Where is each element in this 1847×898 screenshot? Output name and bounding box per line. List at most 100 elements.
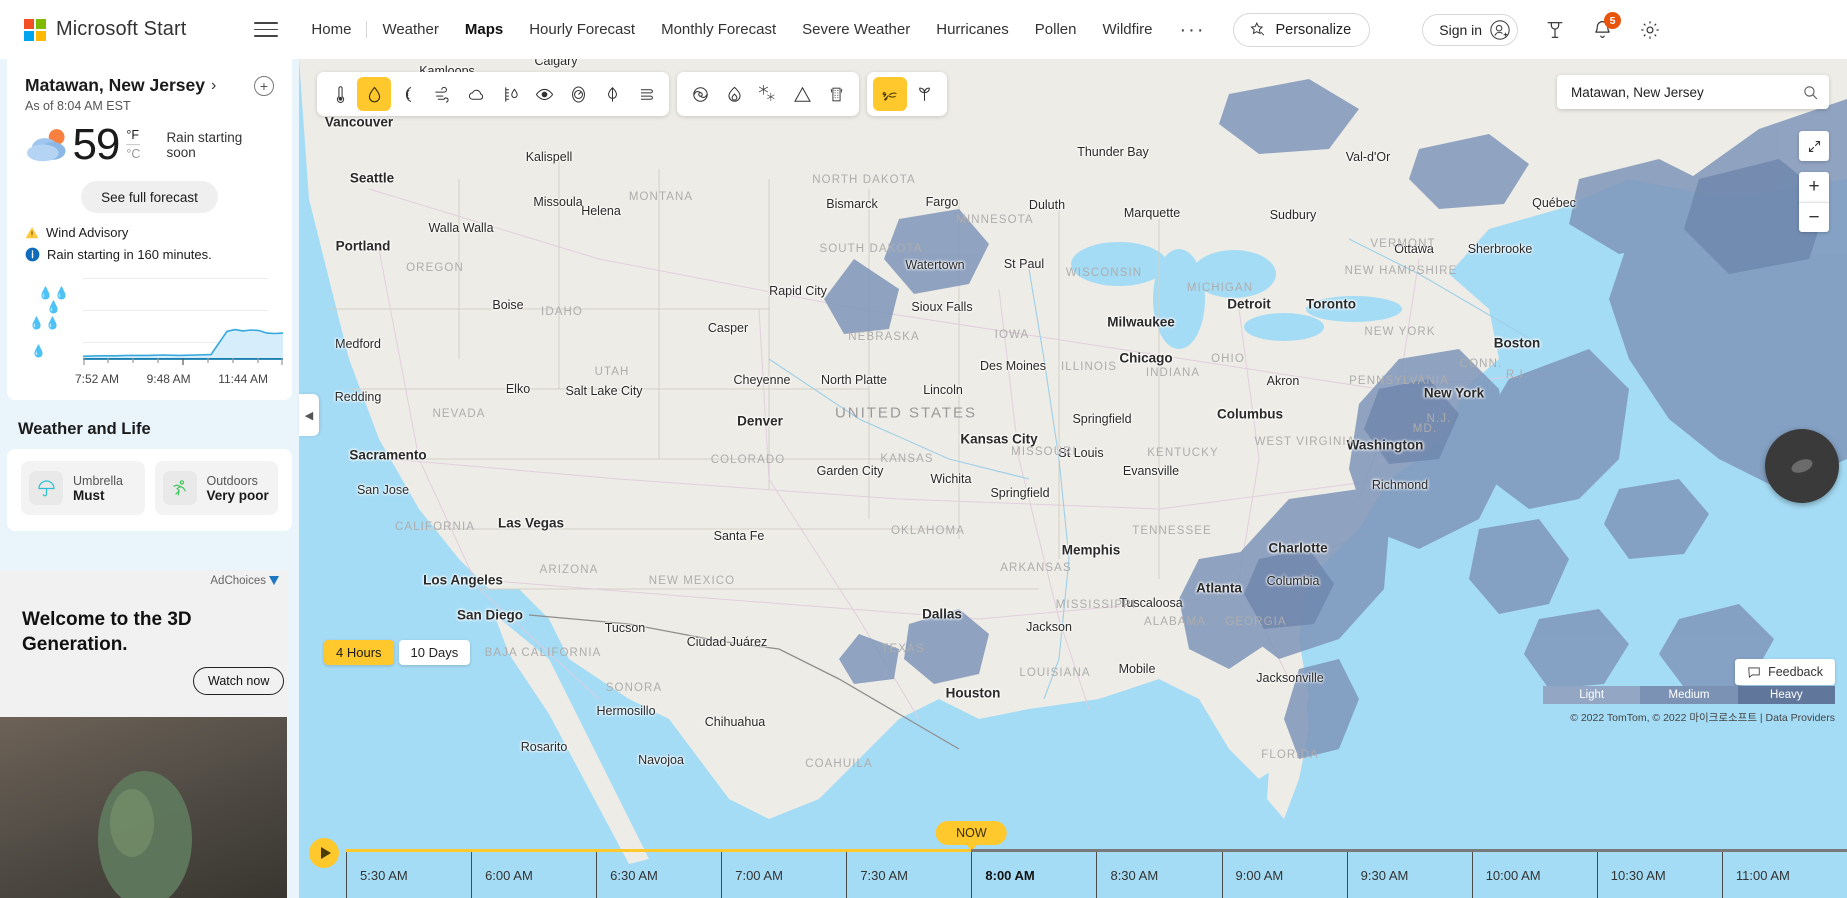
life-tile-outdoors[interactable]: Outdoors Very poor	[154, 461, 278, 515]
notifications-icon[interactable]: 5	[1592, 12, 1622, 40]
timeline-scrubber[interactable]: NOW 5:30 AM 6:00 AM 6:30 AM 7:00 AM 7:30 AM 8…	[299, 790, 1847, 898]
unit-celsius[interactable]: °C	[126, 144, 141, 163]
hurricane-icon[interactable]	[683, 77, 717, 111]
timeline-tick[interactable]: 8:30 AM	[1096, 852, 1221, 898]
timeline-tick[interactable]: 6:30 AM	[596, 852, 721, 898]
add-location-icon[interactable]: +	[254, 75, 274, 96]
location-name: Matawan, New Jersey	[25, 75, 205, 95]
life-tile-outdoors-value: Very poor	[206, 487, 269, 503]
x-tick-1: 9:48 AM	[146, 372, 191, 386]
now-marker[interactable]: NOW	[936, 821, 1007, 851]
see-full-forecast-button[interactable]: See full forecast	[81, 181, 218, 213]
nav-link-wildfire[interactable]: Wildfire	[1089, 15, 1165, 44]
visibility-icon[interactable]	[527, 77, 561, 111]
sidebar-collapse-handle[interactable]: ◀	[299, 394, 319, 436]
compass-control[interactable]	[1765, 429, 1839, 503]
ad-image: A	[0, 717, 287, 898]
personalize-button[interactable]: Personalize	[1233, 12, 1371, 47]
adchoices-link[interactable]: AdChoices	[210, 575, 279, 587]
current-conditions-row: 59 °F °C Rain starting soon	[25, 123, 274, 167]
severe-alerts-icon[interactable]	[785, 77, 819, 111]
timeline-tick[interactable]: 6:00 AM	[471, 852, 596, 898]
humidity-icon[interactable]	[595, 77, 629, 111]
timeline-tick[interactable]: 7:30 AM	[846, 852, 971, 898]
hamburger-menu-icon[interactable]	[254, 22, 279, 37]
map-search-input[interactable]	[1571, 84, 1802, 100]
unit-fahrenheit[interactable]: °F	[126, 127, 140, 144]
nav-links: Home Weather Maps Hourly Forecast Monthl…	[298, 15, 1219, 44]
nav-link-weather[interactable]: Weather	[369, 15, 451, 44]
timeline-tick[interactable]: 5:30 AM	[346, 852, 471, 898]
alert-wind-advisory[interactable]: Wind Advisory	[25, 225, 274, 240]
timeline-tick[interactable]: 7:00 AM	[721, 852, 846, 898]
map-attribution: © 2022 TomTom, © 2022 마이크로소프트 | Data Pro…	[1570, 712, 1835, 724]
radar-icon[interactable]	[391, 77, 425, 111]
range-4-hours-button[interactable]: 4 Hours	[324, 640, 394, 665]
pollen-icon[interactable]	[907, 77, 941, 111]
precipitation-legend: Light Medium Heavy	[1543, 686, 1835, 704]
adchoices-label: AdChoices	[210, 575, 266, 587]
ad-headline: Welcome to the 3D Generation.	[22, 609, 192, 655]
ad-watch-now-button[interactable]: Watch now	[193, 667, 285, 695]
range-10-days-button[interactable]: 10 Days	[398, 640, 471, 665]
earthquake-icon[interactable]	[819, 77, 853, 111]
settings-gear-icon[interactable]	[1639, 19, 1661, 41]
timeline-tick[interactable]: 10:30 AM	[1596, 852, 1722, 898]
timeline-tick[interactable]: 9:30 AM	[1346, 852, 1472, 898]
microsoft-start-logo[interactable]: Microsoft Start	[24, 18, 186, 41]
map-search-box[interactable]	[1557, 75, 1829, 109]
sign-in-button[interactable]: Sign in	[1422, 13, 1519, 46]
brand-name: Microsoft Start	[56, 18, 187, 40]
account-add-icon	[1490, 19, 1510, 40]
snow-icon[interactable]	[751, 77, 785, 111]
weather-sidebar: Matawan, New Jersey › + As of 8:04 AM ES…	[0, 59, 299, 898]
weather-map[interactable]: Vancouver Kamloops Calgary Seattle Kalispell…	[299, 59, 1847, 898]
life-tile-umbrella[interactable]: Umbrella Must	[21, 461, 145, 515]
nav-link-hourly-forecast[interactable]: Hourly Forecast	[516, 15, 648, 44]
unit-toggle[interactable]: °F °C	[126, 127, 141, 163]
nav-link-hurricanes[interactable]: Hurricanes	[923, 15, 1022, 44]
nav-link-severe-weather[interactable]: Severe Weather	[789, 15, 923, 44]
alert-rain-starting[interactable]: Rain starting in 160 minutes.	[25, 247, 274, 262]
rainfall-amount-icon[interactable]	[493, 77, 527, 111]
zoom-in-button[interactable]: +	[1799, 172, 1829, 202]
current-weather-card: Matawan, New Jersey › + As of 8:04 AM ES…	[7, 59, 292, 400]
life-tile-outdoors-text: Outdoors Very poor	[207, 474, 269, 503]
advertisement[interactable]: AdChoices Welcome to the 3D Generation. …	[0, 570, 287, 898]
zoom-out-button[interactable]: −	[1799, 202, 1829, 232]
nav-link-pollen[interactable]: Pollen	[1022, 15, 1090, 44]
nav-more-icon[interactable]: ···	[1166, 20, 1220, 40]
expand-map-button[interactable]	[1799, 131, 1829, 161]
nav-link-monthly-forecast[interactable]: Monthly Forecast	[648, 15, 789, 44]
wind-icon[interactable]	[425, 77, 459, 111]
nav-link-maps[interactable]: Maps	[452, 15, 516, 44]
weather-and-life-title: Weather and Life	[18, 420, 151, 438]
life-tile-umbrella-text: Umbrella Must	[73, 474, 123, 503]
precipitation-icon[interactable]	[357, 77, 391, 111]
play-button[interactable]	[309, 838, 339, 868]
rewards-icon[interactable]	[1544, 19, 1566, 41]
pressure-icon[interactable]	[561, 77, 595, 111]
clouds-icon[interactable]	[459, 77, 493, 111]
search-icon[interactable]	[1802, 84, 1819, 101]
nav-separator	[366, 21, 368, 38]
feedback-button[interactable]: Feedback	[1735, 659, 1835, 685]
star-pencil-icon	[1250, 21, 1265, 36]
air-quality-icon[interactable]	[629, 77, 663, 111]
timeline-tick[interactable]: 11:00 AM	[1721, 852, 1847, 898]
precip-area-series	[83, 328, 283, 358]
legend-heavy: Heavy	[1737, 686, 1835, 704]
condition-text: Rain starting soon	[166, 130, 243, 160]
timeline-tick[interactable]: 8:00 AM	[971, 852, 1096, 898]
timeline-tick[interactable]: 9:00 AM	[1221, 852, 1347, 898]
precipitation-chart: 💧💧💧 💧💧 💧	[25, 272, 283, 368]
wildfire-icon[interactable]	[717, 77, 751, 111]
timeline-tick[interactable]: 10:00 AM	[1471, 852, 1597, 898]
notification-badge: 5	[1604, 12, 1622, 29]
feedback-icon	[1748, 667, 1760, 679]
location-selector[interactable]: Matawan, New Jersey › +	[25, 75, 274, 96]
mosquito-icon[interactable]	[873, 77, 907, 111]
alert-rain-starting-label: Rain starting in 160 minutes.	[47, 247, 212, 262]
nav-link-home[interactable]: Home	[298, 15, 364, 44]
temperature-icon[interactable]	[323, 77, 357, 111]
